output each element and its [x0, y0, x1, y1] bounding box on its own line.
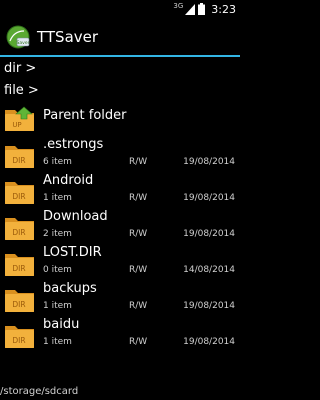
- folder-icon: DIR: [5, 254, 34, 276]
- folder-icon: DIR: [5, 290, 34, 312]
- folder-icon-text: DIR: [12, 156, 25, 165]
- modified-date: 19/08/2014: [183, 229, 235, 239]
- file-name: LOST.DIR: [43, 245, 102, 260]
- list-item[interactable]: DIR baidu 1 item R/W 19/08/2014: [0, 316, 240, 352]
- list-item[interactable]: DIR Download 2 item R/W 19/08/2014: [0, 208, 240, 244]
- permissions: R/W: [129, 193, 148, 203]
- app-icon-text: Saver: [17, 40, 30, 46]
- battery-icon: [198, 3, 206, 15]
- folder-icon: DIR: [5, 326, 34, 348]
- folder-icon-text: DIR: [12, 192, 25, 201]
- file-name: Android: [43, 173, 94, 188]
- item-count: 1 item: [43, 301, 72, 311]
- signal-icon: [185, 3, 196, 15]
- item-count: 2 item: [43, 229, 72, 239]
- app-title: TTSaver: [37, 28, 99, 46]
- permissions: R/W: [129, 301, 148, 311]
- folder-icon: DIR: [5, 146, 34, 168]
- file-name: .estrongs: [43, 137, 104, 152]
- modified-date: 19/08/2014: [183, 301, 235, 311]
- permissions: R/W: [129, 157, 148, 167]
- parent-folder-icon-text: UP: [12, 121, 21, 129]
- permissions: R/W: [129, 265, 148, 275]
- item-count: 1 item: [43, 337, 72, 347]
- folder-icon-text: DIR: [12, 336, 25, 345]
- list-item[interactable]: DIR LOST.DIR 0 item R/W 14/08/2014: [0, 244, 240, 280]
- modified-date: 14/08/2014: [183, 265, 235, 275]
- action-bar-divider: [0, 55, 240, 57]
- dir-path-row[interactable]: dir >: [4, 61, 36, 76]
- action-bar: Saver TTSaver: [0, 18, 240, 56]
- folder-icon-text: DIR: [12, 264, 25, 273]
- item-count: 0 item: [43, 265, 72, 275]
- folder-icon-text: DIR: [12, 228, 25, 237]
- item-count: 1 item: [43, 193, 72, 203]
- clock: 3:23: [211, 2, 236, 16]
- parent-folder-icon: UP: [5, 106, 34, 131]
- parent-folder-row[interactable]: UP Parent folder: [0, 99, 240, 135]
- file-name: baidu: [43, 317, 80, 332]
- file-list: DIR .estrongs 6 item R/W 19/08/2014 DIR …: [0, 136, 240, 352]
- list-item[interactable]: DIR backups 1 item R/W 19/08/2014: [0, 280, 240, 316]
- modified-date: 19/08/2014: [183, 337, 235, 347]
- file-name: backups: [43, 281, 97, 296]
- network-type: 3G: [173, 1, 184, 10]
- folder-icon: DIR: [5, 182, 34, 204]
- list-item[interactable]: DIR .estrongs 6 item R/W 19/08/2014: [0, 136, 240, 172]
- permissions: R/W: [129, 229, 148, 239]
- list-item[interactable]: DIR Android 1 item R/W 19/08/2014: [0, 172, 240, 208]
- file-path-row[interactable]: file >: [4, 83, 39, 98]
- file-name: Download: [43, 209, 108, 224]
- modified-date: 19/08/2014: [183, 193, 235, 203]
- status-bar: 3G 3:23: [0, 0, 240, 18]
- app-icon[interactable]: Saver: [4, 23, 32, 51]
- folder-icon: DIR: [5, 218, 34, 240]
- parent-folder-label: Parent folder: [43, 108, 127, 123]
- folder-icon-text: DIR: [12, 300, 25, 309]
- item-count: 6 item: [43, 157, 72, 167]
- current-path: /storage/sdcard: [0, 386, 79, 397]
- permissions: R/W: [129, 337, 148, 347]
- modified-date: 19/08/2014: [183, 157, 235, 167]
